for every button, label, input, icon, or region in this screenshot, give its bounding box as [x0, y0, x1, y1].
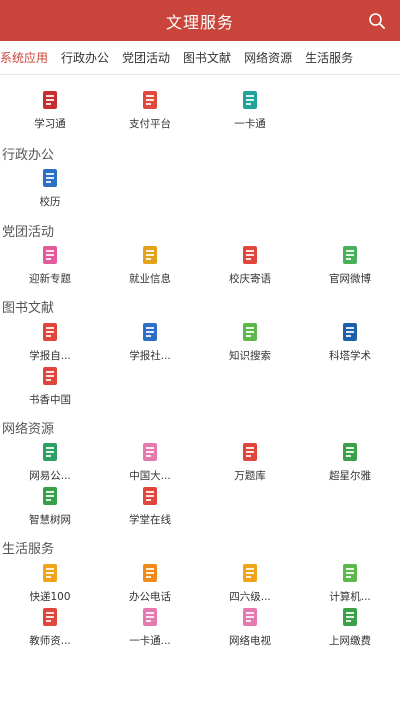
app-tile[interactable]: 办公电话 [100, 563, 200, 607]
app-tile-label: 学报社... [129, 350, 171, 362]
app-tile[interactable]: 官网微博 [300, 245, 400, 289]
app-tile[interactable]: 超星尔雅 [300, 442, 400, 486]
app-tile-label: 知识搜索 [229, 350, 271, 362]
app-tile[interactable]: 校庆寄语 [200, 245, 300, 289]
app-tile-label: 校历 [39, 196, 61, 208]
app-header: 文理服务 [0, 0, 400, 41]
app-tile-label: 校庆寄语 [229, 273, 271, 285]
app-tile-label: 上网缴费 [329, 635, 371, 647]
card-money-icon [140, 607, 160, 627]
app-tile[interactable]: 学报自... [0, 322, 100, 366]
app-tile-label: 学报自... [29, 350, 71, 362]
journal-social-icon [140, 322, 160, 342]
page-title: 文理服务 [165, 12, 234, 32]
app-tile-label: 智慧树网 [29, 514, 71, 526]
science-logo-icon [340, 322, 360, 342]
app-tile-label: 就业信息 [129, 273, 171, 285]
app-tile[interactable]: 科塔学术 [300, 322, 400, 366]
app-tile[interactable]: 学报社... [100, 322, 200, 366]
tv-icon [240, 607, 260, 627]
app-tile-label: 支付平台 [129, 118, 171, 130]
tab-1[interactable]: 行政办公 [61, 49, 109, 66]
app-tile[interactable]: 上网缴费 [300, 607, 400, 651]
app-tile-label: 万题库 [234, 470, 266, 482]
knowledge-search-icon [240, 322, 260, 342]
app-tile-label: 官网微博 [329, 273, 371, 285]
calendar-icon [40, 168, 60, 188]
app-tile-label: 教师资... [29, 635, 71, 647]
app-tile[interactable]: 支付平台 [100, 90, 200, 134]
app-tile[interactable]: 一卡通... [100, 607, 200, 651]
payment-icon [140, 90, 160, 110]
question-bank-icon [240, 442, 260, 462]
section-title: 生活服务 [2, 542, 55, 557]
app-tile[interactable]: 教师资... [0, 607, 100, 651]
section-title: 行政办公 [2, 148, 55, 163]
app-tile[interactable]: 迎新专题 [0, 245, 100, 289]
app-tile-label: 迎新专题 [29, 273, 71, 285]
section-title: 网络资源 [2, 422, 55, 437]
house-icon [40, 245, 60, 265]
app-tile[interactable]: 书香中国 [0, 366, 100, 410]
tab-4[interactable]: 网络资源 [244, 49, 292, 66]
cet-exam-icon [240, 563, 260, 583]
app-tile[interactable]: 万题库 [200, 442, 300, 486]
app-tile-label: 四六级... [229, 591, 271, 603]
section-title: 图书文献 [2, 301, 55, 316]
app-tile[interactable]: 中国大... [100, 442, 200, 486]
search-globe-icon [340, 245, 360, 265]
app-tile[interactable]: 学习通 [0, 90, 100, 134]
app-tile[interactable]: 学堂在线 [100, 486, 200, 530]
search-icon[interactable] [368, 12, 386, 30]
app-tile[interactable]: 知识搜索 [200, 322, 300, 366]
tab-0[interactable]: 系统应用 [0, 49, 48, 66]
app-tile-label: 办公电话 [129, 591, 171, 603]
section-title: 党团活动 [2, 225, 55, 240]
app-tile[interactable]: 一卡通 [200, 90, 300, 134]
app-tile-label: 网易公... [29, 470, 71, 482]
app-tile[interactable]: 网易公... [0, 442, 100, 486]
app-tile-label: 学堂在线 [129, 514, 171, 526]
app-tile-label: 超星尔雅 [329, 470, 371, 482]
app-tile-label: 一卡通 [234, 118, 266, 130]
app-tile-label: 中国大... [129, 470, 171, 482]
app-tile-label: 网络电视 [229, 635, 271, 647]
campus-card-icon [240, 90, 260, 110]
message-icon [240, 245, 260, 265]
app-tile[interactable]: 智慧树网 [0, 486, 100, 530]
network-pay-icon [340, 607, 360, 627]
app-tile-label: 一卡通... [129, 635, 171, 647]
app-tile-label: 计算机... [329, 591, 371, 603]
xuetang-cap-icon [140, 486, 160, 506]
wisdom-tree-icon [40, 486, 60, 506]
app-tile-label: 科塔学术 [329, 350, 371, 362]
app-tile-label: 书香中国 [29, 394, 71, 406]
app-tile[interactable]: 就业信息 [100, 245, 200, 289]
chaoxing-icon [340, 442, 360, 462]
tab-3[interactable]: 图书文献 [183, 49, 231, 66]
app-tile[interactable]: 四六级... [200, 563, 300, 607]
tab-5[interactable]: 生活服务 [305, 49, 353, 66]
phone-icon [140, 563, 160, 583]
app-tile-label: 学习通 [34, 118, 66, 130]
app-tile[interactable]: 计算机... [300, 563, 400, 607]
app-tile[interactable]: 网络电视 [200, 607, 300, 651]
open-book-icon [40, 366, 60, 386]
courier-icon [40, 563, 60, 583]
tab-2[interactable]: 党团活动 [122, 49, 170, 66]
category-tabs: 系统应用 行政办公 党团活动 图书文献 网络资源 生活服务 [0, 41, 400, 75]
graduation-cap-icon [140, 245, 160, 265]
app-tile[interactable]: 快递100 [0, 563, 100, 607]
app-tile[interactable]: 校历 [0, 168, 100, 212]
open-course-icon [40, 442, 60, 462]
journal-icon [40, 322, 60, 342]
xuexitong-icon [40, 90, 60, 110]
app-tile-label: 快递100 [29, 591, 71, 603]
mooc-cap-icon [140, 442, 160, 462]
teacher-cert-icon [40, 607, 60, 627]
computer-exam-icon [340, 563, 360, 583]
